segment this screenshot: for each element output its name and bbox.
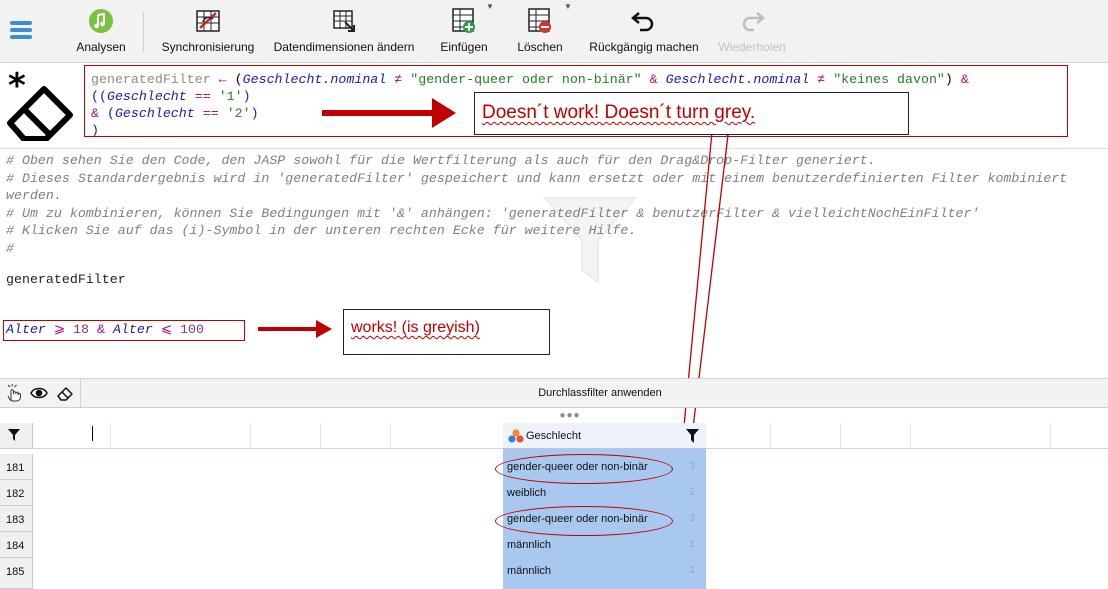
column-header-geschlecht[interactable]: Geschlecht	[503, 423, 706, 449]
grid-line	[910, 423, 911, 449]
grid-line	[320, 423, 321, 449]
grid-line	[1050, 423, 1051, 449]
modebar-divider	[80, 379, 81, 407]
cell-geschlecht[interactable]: weiblich 2	[507, 480, 703, 506]
cell-code: 3	[689, 513, 695, 524]
cell-code: 1	[689, 565, 695, 576]
column-filter-icon[interactable]	[686, 429, 699, 443]
hand-pointer-icon[interactable]	[5, 384, 23, 402]
callout2-text: works! (is greyish)	[351, 319, 480, 336]
row-number[interactable]: 182	[0, 480, 33, 506]
cell-label: männlich	[507, 539, 552, 551]
cell-code: 3	[689, 461, 695, 472]
grid-line	[390, 423, 391, 449]
row-number[interactable]: 183	[0, 506, 33, 532]
grid-line	[770, 423, 771, 449]
grid-line	[840, 423, 841, 449]
eraser-small-icon[interactable]	[56, 384, 74, 402]
annotation-oval	[495, 506, 673, 536]
data-grid: 181 182 183 184 185 Geschlecht gender-qu…	[0, 423, 1108, 589]
arrow-to-callout1	[322, 98, 456, 128]
cell-code: 1	[689, 539, 695, 550]
grid-line	[250, 423, 251, 449]
nominal-type-icon	[508, 429, 524, 443]
annotation-oval	[495, 454, 673, 484]
resize-handle-icon[interactable]: ●●●	[540, 410, 600, 421]
filter-mode-bar: Durchlassfilter anwenden	[0, 378, 1108, 408]
text-cursor	[92, 426, 93, 441]
annotation-callout-doesnt-work: Doesn´t work! Doesn´t turn grey.	[474, 92, 909, 135]
cell-code: 2	[689, 487, 695, 498]
cell-geschlecht[interactable]: männlich 1	[507, 558, 703, 584]
cell-geschlecht[interactable]: männlich 1	[507, 532, 703, 558]
eye-icon[interactable]	[30, 384, 48, 402]
row-number[interactable]: 185	[0, 558, 33, 589]
row-number[interactable]: 184	[0, 532, 33, 558]
filter-funnel-icon	[8, 429, 20, 441]
grid-line	[110, 423, 111, 449]
cell-label: weiblich	[507, 487, 547, 499]
callout1-text: Doesn´t work! Doesn´t turn grey.	[482, 102, 756, 123]
apply-pass-filter-button[interactable]: Durchlassfilter anwenden	[500, 387, 700, 399]
cell-label: männlich	[507, 565, 552, 577]
column-name: Geschlecht	[526, 430, 582, 442]
arrow-to-callout2	[258, 320, 332, 338]
filter-column-header[interactable]	[0, 423, 33, 449]
row-number[interactable]: 181	[0, 454, 33, 480]
annotation-callout-works: works! (is greyish)	[343, 309, 550, 355]
